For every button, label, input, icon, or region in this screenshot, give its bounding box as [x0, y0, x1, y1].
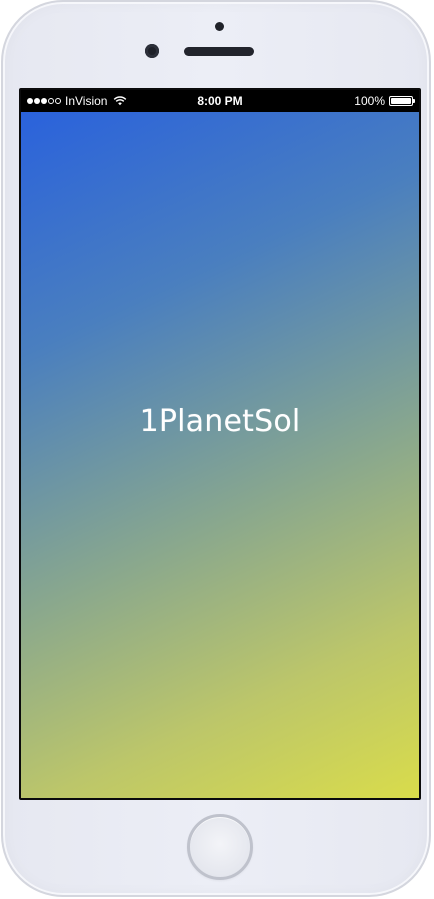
battery-percent: 100% — [354, 94, 385, 108]
home-button[interactable] — [187, 814, 253, 880]
splash-screen: 1PlanetSol — [21, 112, 419, 798]
earpiece-speaker — [184, 47, 254, 56]
iphone-device-frame: InVision 8:00 PM 100% 1PlanetSol — [1, 0, 431, 897]
battery-fill — [391, 98, 411, 104]
device-screen: InVision 8:00 PM 100% 1PlanetSol — [19, 88, 421, 800]
signal-icon — [27, 98, 61, 104]
proximity-sensor-dot — [215, 22, 224, 31]
page: InVision 8:00 PM 100% 1PlanetSol — [0, 0, 434, 899]
wifi-icon — [114, 96, 127, 106]
carrier-name: InVision — [65, 94, 108, 108]
app-title: 1PlanetSol — [139, 404, 301, 439]
status-bar: InVision 8:00 PM 100% — [21, 90, 419, 112]
battery-icon — [389, 96, 415, 106]
status-right: 100% — [220, 94, 415, 108]
status-left: InVision — [27, 94, 220, 108]
front-camera-icon — [145, 44, 159, 58]
